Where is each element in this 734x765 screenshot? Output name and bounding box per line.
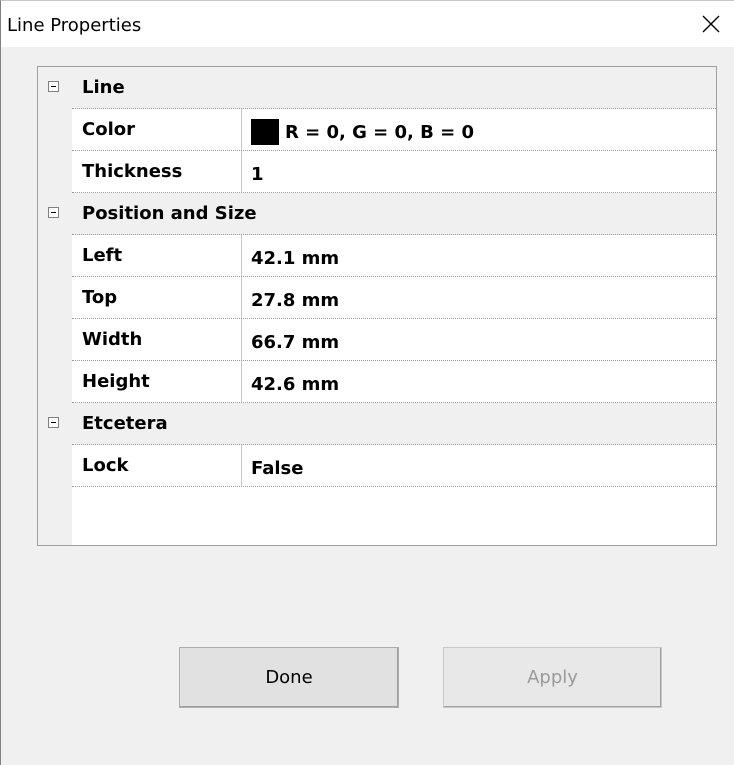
- collapse-icon[interactable]: [48, 417, 59, 428]
- property-value-thickness[interactable]: 1: [251, 151, 716, 193]
- category-label: Position and Size: [82, 203, 257, 224]
- property-row-width[interactable]: Width 66.7 mm: [38, 319, 716, 361]
- property-name: Color: [82, 119, 135, 140]
- collapse-icon[interactable]: [48, 207, 59, 218]
- title-bar[interactable]: Line Properties: [1, 1, 734, 47]
- property-value-lock[interactable]: False: [251, 445, 716, 487]
- property-grid[interactable]: Line Color R = 0, G = 0, B = 0 Thickness…: [37, 66, 717, 546]
- property-name: Top: [82, 287, 118, 308]
- property-value: 1: [251, 164, 264, 185]
- property-value: False: [251, 458, 304, 479]
- property-value-left[interactable]: 42.1 mm: [251, 235, 716, 277]
- property-value: 66.7 mm: [251, 332, 340, 353]
- property-value-color[interactable]: R = 0, G = 0, B = 0: [251, 109, 716, 151]
- close-button[interactable]: [688, 1, 734, 47]
- property-value-width[interactable]: 66.7 mm: [251, 319, 716, 361]
- collapse-icon[interactable]: [48, 81, 59, 92]
- category-line: Line: [38, 67, 716, 109]
- dialog-title: Line Properties: [7, 15, 142, 36]
- line-properties-dialog: Line Properties Line Color R = 0, G = 0,…: [0, 0, 734, 765]
- property-value: 42.6 mm: [251, 374, 340, 395]
- property-name: Left: [82, 245, 123, 266]
- property-value-height[interactable]: 42.6 mm: [251, 361, 716, 403]
- property-name: Thickness: [82, 161, 183, 182]
- property-name: Height: [82, 371, 150, 392]
- property-row-color[interactable]: Color R = 0, G = 0, B = 0: [38, 109, 716, 151]
- property-value: 27.8 mm: [251, 290, 340, 311]
- property-row-height[interactable]: Height 42.6 mm: [38, 361, 716, 403]
- apply-button[interactable]: Apply: [443, 647, 662, 708]
- property-row-thickness[interactable]: Thickness 1: [38, 151, 716, 193]
- property-row-left[interactable]: Left 42.1 mm: [38, 235, 716, 277]
- category-label: Etcetera: [82, 413, 168, 434]
- property-row-top[interactable]: Top 27.8 mm: [38, 277, 716, 319]
- close-icon: [702, 15, 720, 33]
- property-name: Lock: [82, 455, 129, 476]
- property-value-top[interactable]: 27.8 mm: [251, 277, 716, 319]
- property-name: Width: [82, 329, 143, 350]
- done-button[interactable]: Done: [179, 647, 399, 708]
- category-label: Line: [82, 77, 125, 98]
- property-row-lock[interactable]: Lock False: [38, 445, 716, 487]
- property-value: R = 0, G = 0, B = 0: [285, 122, 474, 143]
- color-swatch[interactable]: [251, 119, 279, 145]
- property-value: 42.1 mm: [251, 248, 340, 269]
- category-position-and-size: Position and Size: [38, 193, 716, 235]
- category-etcetera: Etcetera: [38, 403, 716, 445]
